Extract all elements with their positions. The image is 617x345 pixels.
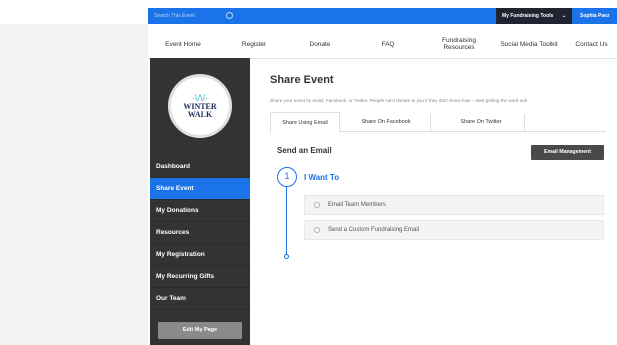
option-send-custom-fundraising-email[interactable]: Send a Custom Fundraising Email bbox=[304, 220, 604, 240]
sidebar: ·\/\/· WINTER WALK Dashboard Share Event… bbox=[150, 58, 250, 345]
nav-contact-us[interactable]: Contact Us bbox=[566, 30, 617, 58]
sidebar-item-share-event[interactable]: Share Event bbox=[150, 178, 250, 200]
winter-walk-logo[interactable]: ·\/\/· WINTER WALK bbox=[168, 74, 232, 138]
page-title: Share Event bbox=[270, 74, 334, 86]
sidebar-item-our-team[interactable]: Our Team bbox=[150, 288, 250, 310]
top-bar: Search This Event My Fundraising Tools ⌄… bbox=[0, 0, 617, 24]
tab-share-on-facebook[interactable]: Share On Facebook bbox=[346, 112, 426, 132]
chevron-down-icon: ⌄ bbox=[561, 13, 566, 19]
my-fundraising-tools-button[interactable]: My Fundraising Tools ⌄ bbox=[496, 8, 572, 24]
email-management-button[interactable]: Email Management bbox=[531, 145, 604, 160]
nav-event-home[interactable]: Event Home bbox=[150, 30, 216, 58]
step-connector-line bbox=[286, 187, 287, 255]
sidebar-item-my-recurring-gifts[interactable]: My Recurring Gifts bbox=[150, 266, 250, 288]
nav-faq[interactable]: FAQ bbox=[360, 30, 416, 58]
sidebar-item-resources[interactable]: Resources bbox=[150, 222, 250, 244]
tab-share-on-twitter[interactable]: Share On Twitter bbox=[438, 112, 524, 132]
step-end-dot bbox=[284, 254, 289, 259]
section-title: Send an Email bbox=[277, 146, 332, 155]
option-label: Email Team Members bbox=[328, 202, 386, 208]
step-title: I Want To bbox=[304, 173, 340, 182]
sidebar-item-dashboard[interactable]: Dashboard bbox=[150, 156, 250, 178]
tab-share-using-email[interactable]: Share Using Email bbox=[270, 112, 340, 133]
edit-my-page-button[interactable]: Edit My Page bbox=[158, 322, 242, 339]
tab-separator bbox=[430, 114, 431, 131]
tab-separator bbox=[524, 114, 525, 131]
radio-button-icon[interactable] bbox=[314, 227, 320, 233]
user-name-link[interactable]: Sophia Paez bbox=[576, 8, 617, 24]
left-background bbox=[0, 24, 148, 345]
step-number: 1 bbox=[277, 167, 297, 187]
main-nav: Event Home Register Donate FAQ Fundraisi… bbox=[148, 30, 617, 58]
option-label: Send a Custom Fundraising Email bbox=[328, 227, 420, 233]
nav-donate[interactable]: Donate bbox=[292, 30, 348, 58]
my-fundraising-tools-label: My Fundraising Tools bbox=[502, 13, 554, 19]
sidebar-item-my-registration[interactable]: My Registration bbox=[150, 244, 250, 266]
nav-social-media-toolkit[interactable]: Social Media Toolkit bbox=[500, 30, 558, 58]
share-tabs: Share Using Email Share On Facebook Shar… bbox=[270, 112, 606, 133]
nav-register[interactable]: Register bbox=[224, 30, 284, 58]
nav-fundraising-resources[interactable]: Fundraising Resources bbox=[426, 30, 492, 58]
radio-button-icon[interactable] bbox=[314, 202, 320, 208]
sidebar-item-my-donations[interactable]: My Donations bbox=[150, 200, 250, 222]
logo-line-2: WALK bbox=[187, 109, 213, 119]
page-description: Share your event by email, Facebook, or … bbox=[270, 98, 528, 103]
option-email-team-members[interactable]: Email Team Members bbox=[304, 195, 604, 215]
search-icon[interactable] bbox=[226, 12, 233, 19]
